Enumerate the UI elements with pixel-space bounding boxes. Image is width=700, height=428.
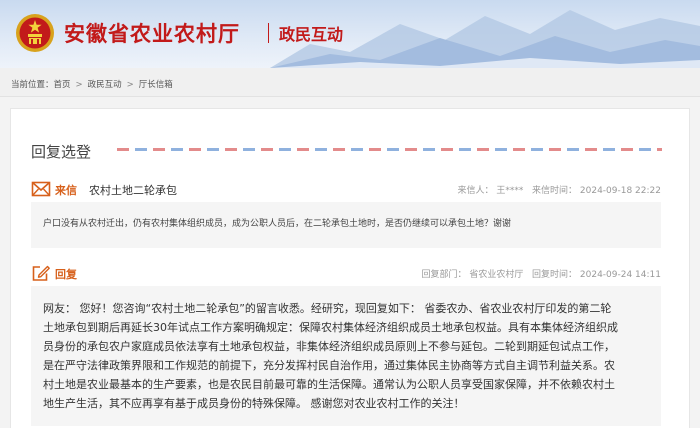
letter-header: 来信 农村土地二轮承包 来信人： 王**** 来信时间： 2024-09-18 …: [31, 180, 671, 200]
letter-subject: 农村土地二轮承包: [89, 184, 177, 197]
reply-line: 网友： 您好！您咨询“农村土地二轮承包”的留言收悉。经研究，现回复如下： 省委农…: [43, 302, 612, 315]
letter-time: 2024-09-18 22:22: [579, 186, 661, 196]
breadcrumb-interaction[interactable]: 政民互动: [88, 78, 122, 90]
breadcrumb-separator: >: [126, 80, 134, 90]
reply-dept: 省农业农村厅: [469, 270, 524, 280]
site-header: 安徽省农业农村厅 政民互动: [0, 0, 700, 68]
breadcrumb-separator: >: [75, 80, 83, 90]
reply-label: 回复: [55, 268, 77, 281]
section-title: 政民互动: [279, 25, 344, 44]
breadcrumb-mailbox[interactable]: 厅长信箱: [139, 78, 173, 90]
breadcrumb-prefix: 当前位置：: [11, 80, 54, 90]
reply-meta: 回复部门： 省农业农村厅 回复时间： 2024-09-24 14:11: [422, 267, 662, 280]
breadcrumb: 当前位置：首页 > 政民互动 > 厅长信箱: [0, 68, 700, 97]
panel-title: 回复选登: [31, 143, 92, 161]
reply-line: 是在严守法律政策界限和工作规范的前提下，充分发挥村民自治作用，通过集体民主协商等…: [43, 359, 615, 372]
reply-line: 村土地是农业最基本的生产要素，也是农民目前最可靠的生活保障。通常认为公职人员享受…: [43, 378, 615, 391]
sender-label: 来信人：: [457, 186, 494, 196]
national-emblem-icon: [16, 14, 54, 52]
title-dashed-divider: [117, 148, 662, 151]
reply-panel: 回复选登 来信 农村土地二轮承包 来信人： 王**** 来信时间： 2024-0…: [10, 108, 690, 428]
reply-edit-icon: [32, 265, 50, 281]
reply-line: 地生产生活，其不应再享有基于成员身份的特殊保障。 感谢您对农业农村工作的关注！: [43, 397, 465, 410]
letter-label: 来信: [55, 184, 77, 197]
reply-time-label: 回复时间：: [532, 270, 578, 280]
sender-name: 王****: [496, 186, 524, 196]
title-divider: [268, 23, 269, 43]
reply-line: 员身份的承包农户家庭成员依法享有土地承包权益，非集体经济组织成员原则上不参与延包…: [43, 340, 615, 353]
reply-header: 回复 回复部门： 省农业农村厅 回复时间： 2024-09-24 14:11: [31, 264, 671, 284]
site-title: 安徽省农业农村厅: [64, 22, 240, 46]
reply-line: 土地承包到期后再延长30年试点工作方案明确规定：保障农村集体经济组织成员土地承包…: [43, 321, 618, 334]
reply-content: 网友： 您好！您咨询“农村土地二轮承包”的留言收悉。经研究，现回复如下： 省委农…: [31, 286, 661, 426]
letter-content: 户口没有从农村迁出，仍有农村集体组织成员，成为公职人员后，在二轮承包土地时，是否…: [31, 202, 661, 248]
letter-meta: 来信人： 王**** 来信时间： 2024-09-18 22:22: [458, 183, 662, 196]
breadcrumb-home[interactable]: 首页: [54, 78, 71, 90]
envelope-icon: [31, 181, 51, 197]
reply-time: 2024-09-24 14:11: [579, 270, 661, 280]
reply-dept-label: 回复部门：: [421, 270, 467, 280]
letter-time-label: 来信时间：: [532, 186, 578, 196]
